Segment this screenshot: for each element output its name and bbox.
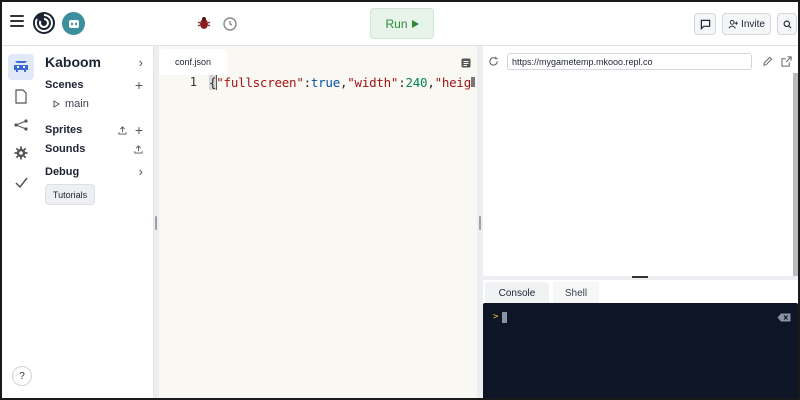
scenes-section[interactable]: Scenes + [45, 77, 143, 93]
console-panel: Console Shell > [483, 280, 798, 398]
top-bar: Run Invite [2, 2, 798, 46]
open-new-tab-icon[interactable] [781, 56, 792, 67]
sounds-section[interactable]: Sounds [45, 143, 143, 155]
editor-tab-bar: conf.json [159, 49, 477, 75]
clear-console-icon[interactable] [777, 313, 791, 322]
run-button[interactable]: Run [370, 8, 434, 39]
chat-icon [700, 19, 710, 30]
sprites-section[interactable]: Sprites + [45, 122, 143, 138]
play-outline-icon [53, 100, 60, 108]
invite-label: Invite [741, 18, 765, 30]
webview-scrollbar[interactable] [793, 73, 798, 276]
chat-button[interactable] [694, 13, 716, 35]
tab-shell[interactable]: Shell [553, 282, 599, 304]
game-icon [14, 61, 28, 72]
project-title: Kaboom [45, 54, 101, 70]
chevron-right-icon[interactable]: › [139, 164, 143, 179]
tutorials-button[interactable]: Tutorials [45, 184, 95, 205]
file-panel: Kaboom › Scenes + main Sprites + Sounds … [38, 46, 154, 398]
editor-scrollbar[interactable] [471, 77, 475, 87]
prompt-symbol: > [493, 312, 499, 322]
search-icon [783, 20, 791, 28]
scene-item-main[interactable]: main [53, 98, 143, 110]
tab-console[interactable]: Console [485, 282, 549, 304]
add-user-icon [728, 19, 739, 29]
chevron-right-icon[interactable]: › [139, 55, 143, 70]
terminal-cursor [502, 312, 507, 323]
webview-panel: https://mygametemp.mkooo.repl.co [483, 46, 798, 276]
help-button[interactable]: ? [12, 366, 32, 386]
sounds-label: Sounds [45, 143, 86, 155]
panel-resize-handle[interactable] [479, 216, 481, 230]
project-header[interactable]: Kaboom › [45, 54, 143, 70]
code-editor: conf.json 1 {"fullscreen":true,"width":2… [159, 46, 477, 398]
avatar[interactable] [62, 12, 85, 35]
invite-button[interactable]: Invite [722, 13, 771, 35]
scenes-label: Scenes [45, 79, 84, 91]
upload-icon[interactable] [118, 125, 127, 135]
scene-item-label: main [65, 98, 89, 110]
rail-item-files[interactable] [8, 83, 34, 109]
rail-item-settings[interactable] [8, 140, 34, 166]
sprites-label: Sprites [45, 124, 83, 136]
rail-item-checks[interactable] [8, 169, 34, 195]
settings-icon [14, 146, 28, 160]
history-icon[interactable] [222, 16, 238, 32]
menu-icon[interactable] [10, 15, 24, 29]
code-line[interactable]: {"fullscreen":true,"width":240,"height":… [209, 75, 471, 90]
add-scene-icon[interactable]: + [135, 77, 143, 93]
file-icon [15, 88, 27, 104]
pane-resize-handle[interactable] [632, 276, 648, 278]
line-number: 1 [189, 75, 197, 89]
rail-item-version-control[interactable] [8, 112, 34, 138]
terminal[interactable]: > [483, 303, 798, 398]
app-window: Run Invite ? Kaboom › Scenes + main Spri… [0, 0, 800, 400]
editor-menu-icon[interactable] [461, 58, 471, 68]
upload-icon[interactable] [134, 144, 143, 154]
pencil-icon[interactable] [762, 56, 773, 67]
add-sprite-icon[interactable]: + [135, 122, 143, 138]
run-label: Run [385, 16, 408, 31]
replit-logo-icon[interactable] [32, 11, 56, 35]
rail-item-kaboom[interactable] [8, 54, 34, 80]
play-icon [411, 19, 419, 28]
url-input[interactable]: https://mygametemp.mkooo.repl.co [507, 53, 752, 70]
search-button[interactable] [777, 13, 797, 35]
tab-conf-json[interactable]: conf.json [159, 49, 227, 75]
debug-section[interactable]: Debug › [45, 164, 143, 179]
code-area[interactable]: 1 {"fullscreen":true,"width":240,"height… [159, 75, 477, 398]
robot-icon [68, 19, 79, 28]
check-icon [14, 177, 28, 188]
refresh-icon[interactable] [488, 56, 499, 67]
panel-resize-handle[interactable] [155, 216, 157, 230]
tool-rail: ? [2, 46, 38, 398]
share-icon [14, 119, 28, 131]
debug-label: Debug [45, 165, 80, 178]
bug-icon[interactable] [196, 15, 212, 31]
